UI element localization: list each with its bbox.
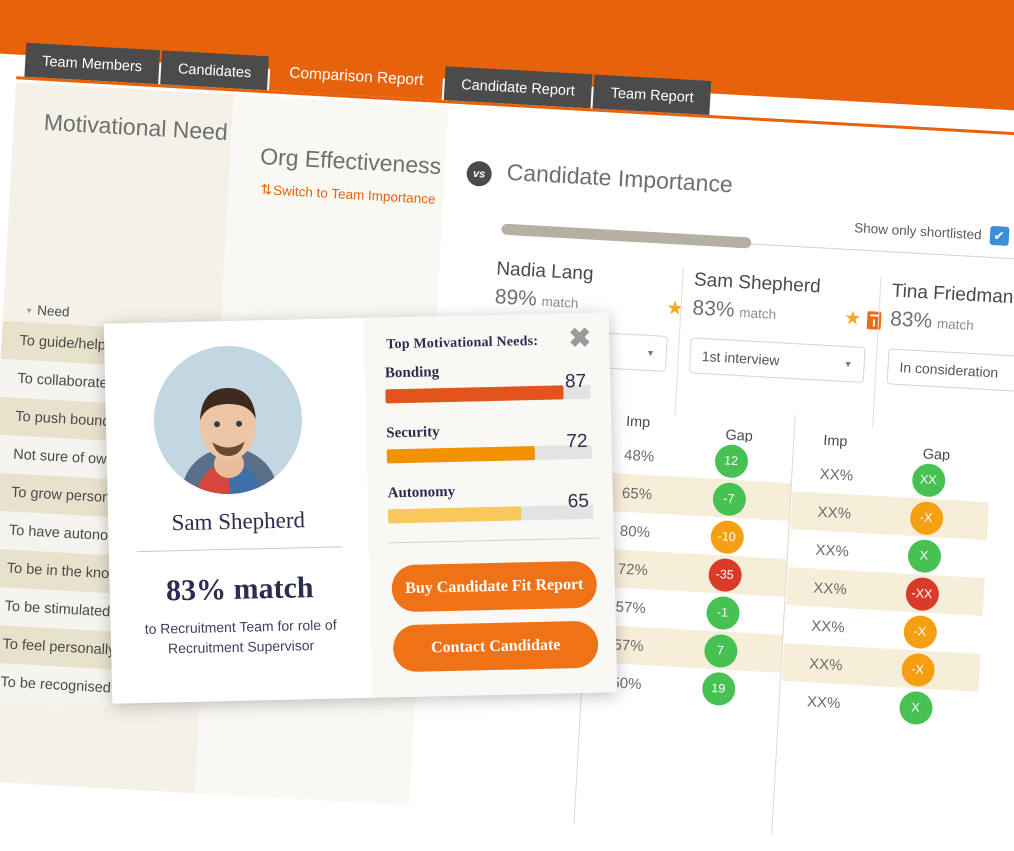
need-bar: Autonomy 65 bbox=[387, 481, 594, 524]
popup-match-headline: 83% match bbox=[165, 571, 314, 608]
popup-needs-side: Top Motivational Needs: ✖ Bonding 87 Secur… bbox=[363, 312, 618, 698]
gap-badge: -X bbox=[900, 652, 936, 687]
need-sort-label: Need bbox=[36, 302, 70, 320]
need-bar-label: Security bbox=[386, 424, 440, 442]
need-bar-value: 87 bbox=[564, 370, 587, 393]
shortlist-checkbox[interactable]: ✔ bbox=[989, 225, 1010, 246]
gap-cell: -XX bbox=[872, 574, 972, 612]
popup-profile-side: Sam Shepherd 83% match to Recruitment Te… bbox=[103, 317, 373, 704]
gap-cell: XX bbox=[878, 461, 978, 499]
gap-cell: -X bbox=[876, 499, 976, 537]
avatar-photo-icon bbox=[152, 344, 304, 496]
candidate-status-value: 1st interview bbox=[701, 347, 780, 369]
need-bar-fill bbox=[388, 506, 522, 524]
gap-badge: -35 bbox=[707, 557, 743, 592]
imp-cell: XX% bbox=[808, 654, 843, 674]
candidate-match-row: 83%match★ bbox=[890, 307, 1014, 342]
buy-candidate-fit-report-button[interactable]: Buy Candidate Fit Report bbox=[391, 560, 598, 613]
gap-badge: X bbox=[906, 538, 942, 574]
popup-match-subtext: to Recruitment Team for role of Recruitm… bbox=[144, 616, 337, 657]
need-bar: Security 72 bbox=[386, 421, 592, 464]
need-bar-value: 72 bbox=[566, 430, 588, 453]
gap-cell: -7 bbox=[679, 479, 779, 517]
need-bar-fill bbox=[386, 446, 535, 464]
popup-candidate-name: Sam Shepherd bbox=[171, 507, 306, 536]
imp-column-header: Imp bbox=[822, 432, 848, 451]
gap-badge: XX bbox=[910, 462, 946, 498]
need-bar-value: 65 bbox=[567, 490, 590, 513]
gap-cell: -X bbox=[868, 650, 968, 688]
chevron-down-icon: ▼ bbox=[843, 358, 853, 370]
gap-cell: X bbox=[866, 688, 966, 726]
gap-badge: 19 bbox=[700, 670, 736, 706]
imp-cell: XX% bbox=[815, 541, 850, 560]
imp-cell: XX% bbox=[812, 579, 848, 598]
star-icon[interactable]: ★ bbox=[844, 308, 862, 330]
gap-badge: -XX bbox=[904, 576, 940, 612]
gap-cell: -35 bbox=[675, 555, 775, 593]
close-icon[interactable]: ✖ bbox=[568, 323, 591, 354]
gap-cell: 12 bbox=[681, 442, 781, 480]
gap-badge: X bbox=[898, 690, 933, 725]
data-column-tina-friedman: XX% XX XX% -X XX% X XX% -XX XX% -X XX% -X XX% X bbox=[779, 453, 992, 730]
need-bar-label: Bonding bbox=[384, 364, 440, 382]
gap-badge: -X bbox=[902, 614, 938, 649]
imp-cell: XX% bbox=[810, 616, 846, 636]
popup-needs-title: Top Motivational Needs: bbox=[386, 333, 539, 353]
need-bar-fill bbox=[385, 385, 564, 404]
candidate-match-percent: 89% bbox=[494, 285, 538, 311]
imp-cell: XX% bbox=[817, 503, 852, 523]
gap-cell: -10 bbox=[677, 517, 777, 555]
gap-badge: -1 bbox=[705, 595, 740, 630]
need-bar-track bbox=[385, 384, 591, 404]
popup-divider-2 bbox=[388, 537, 599, 544]
gap-cell: -1 bbox=[673, 593, 773, 631]
candidate-card[interactable]: Tina Friedman83%match★In consideration▼ bbox=[886, 280, 1014, 395]
gap-badge: -10 bbox=[709, 519, 745, 555]
need-bar-track bbox=[388, 504, 594, 524]
gap-badge: 7 bbox=[703, 633, 738, 668]
candidate-card[interactable]: Sam Shepherd 83% match ★ 1st interview ▼ bbox=[688, 269, 891, 384]
updown-arrows-icon: ⇅ bbox=[260, 181, 271, 198]
avatar bbox=[152, 344, 304, 496]
chevron-down-icon: ▼ bbox=[25, 306, 34, 316]
gap-cell: 7 bbox=[671, 631, 771, 669]
candidate-match-row: 83%match ★ bbox=[692, 296, 890, 331]
candidate-icons: ★ bbox=[844, 308, 882, 330]
candidate-match-percent: 83% bbox=[889, 307, 933, 333]
imp-cell: XX% bbox=[806, 692, 841, 712]
need-bar-track bbox=[386, 444, 592, 464]
candidate-match-label: match bbox=[738, 304, 777, 323]
candidate-match-label: match bbox=[541, 293, 579, 311]
candidate-match-percent: 83% bbox=[691, 296, 736, 322]
gap-cell: 19 bbox=[668, 669, 768, 707]
contact-candidate-button[interactable]: Contact Candidate bbox=[392, 620, 599, 673]
need-sort-header[interactable]: ▼ Need bbox=[25, 302, 70, 320]
candidate-status-value: In consideration bbox=[899, 359, 999, 381]
candidate-popup-card[interactable]: Sam Shepherd 83% match to Recruitment Te… bbox=[103, 312, 618, 704]
candidate-match-label: match bbox=[936, 316, 975, 334]
need-bar-label: Autonomy bbox=[387, 483, 456, 502]
gap-badge: -X bbox=[908, 500, 944, 536]
chevron-down-icon: ▼ bbox=[645, 347, 656, 359]
gap-cell: X bbox=[874, 536, 974, 574]
popup-divider bbox=[136, 546, 342, 553]
imp-cell: XX% bbox=[819, 465, 854, 485]
gap-badge: 12 bbox=[713, 443, 749, 479]
need-bar: Bonding 87 bbox=[385, 361, 591, 404]
gap-cell: -X bbox=[870, 612, 970, 650]
imp-column-header: Imp bbox=[625, 413, 651, 432]
gap-badge: -7 bbox=[711, 481, 747, 517]
